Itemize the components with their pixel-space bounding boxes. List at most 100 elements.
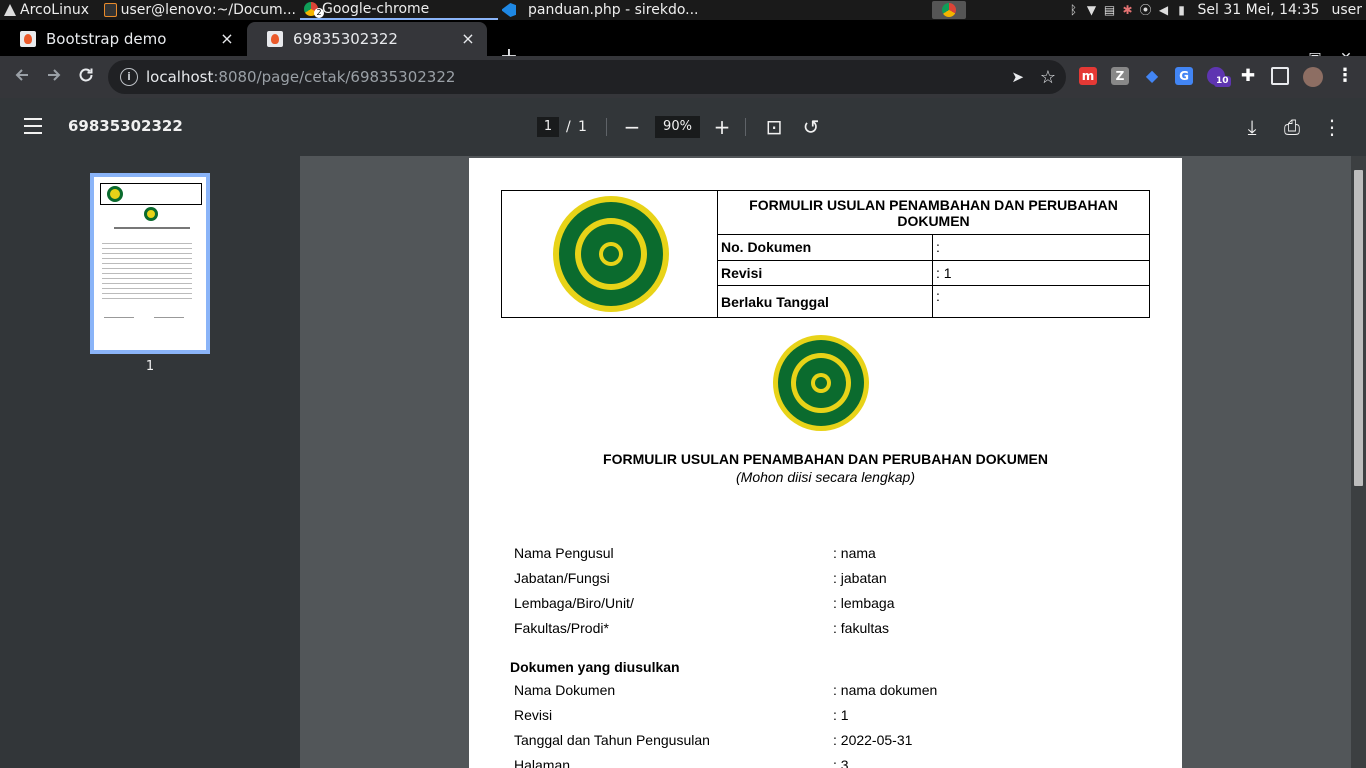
- header-title: FORMULIR USULAN PENAMBAHAN DAN PERUBAHAN…: [717, 190, 1150, 235]
- tab-close-icon[interactable]: ×: [218, 30, 236, 48]
- rotate-button[interactable]: ↺: [799, 115, 823, 139]
- profile-avatar[interactable]: [1303, 67, 1323, 87]
- header-label: Revisi: [717, 259, 933, 286]
- tab-bootstrap-demo[interactable]: Bootstrap demo ×: [0, 22, 246, 56]
- logo-cell: [501, 190, 718, 318]
- extension-badge: 10: [1214, 76, 1231, 87]
- form-row: Nama Dokumen : nama dokumen: [514, 680, 1154, 700]
- header-value: : 1: [932, 259, 1150, 286]
- form-row: Fakultas/Prodi* : fakultas: [514, 618, 1154, 638]
- row-label: Halaman: [514, 757, 571, 768]
- mega-extension-icon[interactable]: m: [1079, 67, 1097, 85]
- row-label: Nama Pengusul: [514, 545, 614, 561]
- pdf-content-area[interactable]: FORMULIR USULAN PENAMBAHAN DAN PERUBAHAN…: [300, 156, 1366, 768]
- tab-strip: Bootstrap demo × 69835302322 × + ⌄ — ▣ ✕: [0, 20, 1366, 68]
- mic-icon[interactable]: ⦿: [1140, 4, 1152, 16]
- row-label: Fakultas/Prodi*: [514, 620, 609, 636]
- row-value: : nama dokumen: [833, 682, 938, 698]
- fit-page-button[interactable]: ⊡: [762, 115, 786, 139]
- back-button[interactable]: [11, 66, 33, 88]
- page-total: 1: [578, 119, 587, 135]
- user-menu[interactable]: user: [1331, 2, 1362, 18]
- row-label: Jabatan/Fungsi: [514, 570, 610, 586]
- taskbar-label: user@lenovo:~/Docum...: [120, 2, 296, 18]
- menu-kebab-icon[interactable]: ⋮: [1336, 67, 1354, 85]
- form-row: Lembaga/Biro/Unit/ : lembaga: [514, 593, 1154, 613]
- form-row: Tanggal dan Tahun Pengusulan : 2022-05-3…: [514, 730, 1154, 750]
- wifi-icon[interactable]: ▼: [1086, 4, 1098, 16]
- row-value: : jabatan: [833, 570, 887, 586]
- page-number-input[interactable]: 1: [537, 117, 559, 137]
- volume-icon[interactable]: ◀: [1158, 4, 1170, 16]
- divider: [745, 118, 746, 136]
- more-actions-button[interactable]: ⋮: [1320, 115, 1344, 139]
- chrome-badge: 2: [314, 8, 324, 18]
- university-logo: [553, 196, 669, 312]
- battery-icon[interactable]: ▮: [1176, 4, 1188, 16]
- row-value: : 3: [833, 757, 849, 768]
- section-title: Dokumen yang diusulkan: [510, 659, 680, 675]
- terminal-icon: [104, 3, 117, 17]
- thumbnail-page-number: 1: [145, 359, 155, 374]
- bug-icon[interactable]: ✱: [1122, 4, 1134, 16]
- forward-button[interactable]: [43, 66, 65, 88]
- reload-icon: [79, 68, 93, 82]
- system-taskbar: ArcoLinux user@lenovo:~/Docum... 2 Googl…: [0, 0, 1366, 20]
- vertical-scrollbar[interactable]: [1351, 156, 1366, 768]
- url-host: localhost: [146, 68, 214, 86]
- clipboard-icon[interactable]: ▤: [1104, 4, 1116, 16]
- arrow-right-icon: [48, 69, 61, 81]
- download-button[interactable]: ⤓: [1240, 115, 1264, 139]
- zoom-input[interactable]: 90%: [655, 116, 700, 138]
- page-thumbnail[interactable]: [90, 173, 210, 354]
- row-value: : 1: [833, 707, 849, 723]
- translate-icon[interactable]: G: [1175, 67, 1193, 85]
- info-icon[interactable]: i: [120, 68, 138, 86]
- zoom-out-button[interactable]: −: [620, 115, 644, 139]
- tab-close-icon[interactable]: ×: [459, 30, 477, 48]
- taskbar-item-arcolinux[interactable]: ArcoLinux: [0, 0, 100, 20]
- taskbar-item-chrome[interactable]: 2 Google-chrome: [300, 0, 498, 20]
- document-header-table: FORMULIR USULAN PENAMBAHAN DAN PERUBAHAN…: [501, 190, 1150, 318]
- header-label: Berlaku Tanggal: [717, 285, 933, 318]
- bookmark-star-icon[interactable]: ☆: [1040, 67, 1056, 88]
- url-path: :8080/page/cetak/69835302322: [213, 68, 456, 86]
- form-row: Halaman : 3: [514, 755, 1154, 768]
- reload-button[interactable]: [75, 66, 97, 88]
- puzzle-extensions-icon[interactable]: ✚: [1239, 67, 1257, 85]
- taskbar-chrome-launcher[interactable]: [932, 1, 966, 19]
- extension-counter-icon[interactable]: 10: [1207, 67, 1231, 87]
- row-value: : fakultas: [833, 620, 890, 636]
- z-extension-icon[interactable]: Z: [1111, 67, 1129, 85]
- form-row: Revisi : 1: [514, 705, 1154, 725]
- graduation-cap-icon[interactable]: ◆: [1143, 67, 1161, 85]
- pdf-title: 69835302322: [68, 117, 183, 135]
- form-subtitle: (Mohon diisi secara lengkap): [736, 469, 915, 485]
- address-bar[interactable]: i localhost:8080/page/cetak/69835302322 …: [108, 60, 1066, 94]
- chrome-icon: [942, 3, 956, 17]
- taskbar-label: ArcoLinux: [20, 2, 90, 18]
- tab-title: Bootstrap demo: [46, 30, 167, 48]
- row-value: : lembaga: [833, 595, 895, 611]
- pdf-page: FORMULIR USULAN PENAMBAHAN DAN PERUBAHAN…: [469, 158, 1182, 768]
- pdf-toolbar: 69835302322 1 / 1 − 90% + ⊡ ↺ ⤓ ⎙ ⋮: [0, 98, 1366, 156]
- print-button[interactable]: ⎙: [1280, 115, 1304, 139]
- flame-icon: [20, 31, 36, 47]
- clock[interactable]: Sel 31 Mei, 14:35: [1198, 2, 1320, 18]
- row-label: Nama Dokumen: [514, 682, 616, 698]
- zoom-in-button[interactable]: +: [710, 115, 734, 139]
- row-label: Lembaga/Biro/Unit/: [514, 595, 634, 611]
- taskbar-item-terminal[interactable]: user@lenovo:~/Docum...: [100, 0, 300, 20]
- side-panel-icon[interactable]: [1271, 67, 1289, 85]
- thumbnail-sidebar: 1: [0, 156, 300, 768]
- row-label: Revisi: [514, 707, 553, 723]
- taskbar-item-vscode[interactable]: panduan.php - sirekdo...: [498, 0, 708, 20]
- university-logo: [773, 335, 869, 431]
- tab-pdf-document[interactable]: 69835302322 ×: [247, 22, 487, 56]
- send-tab-icon[interactable]: ➤: [1011, 68, 1024, 86]
- header-value: :: [932, 285, 1150, 318]
- hamburger-menu-icon[interactable]: [24, 118, 42, 134]
- scrollbar-thumb[interactable]: [1354, 170, 1363, 486]
- bluetooth-icon[interactable]: ᛒ: [1068, 4, 1080, 16]
- header-label: No. Dokumen: [717, 234, 933, 261]
